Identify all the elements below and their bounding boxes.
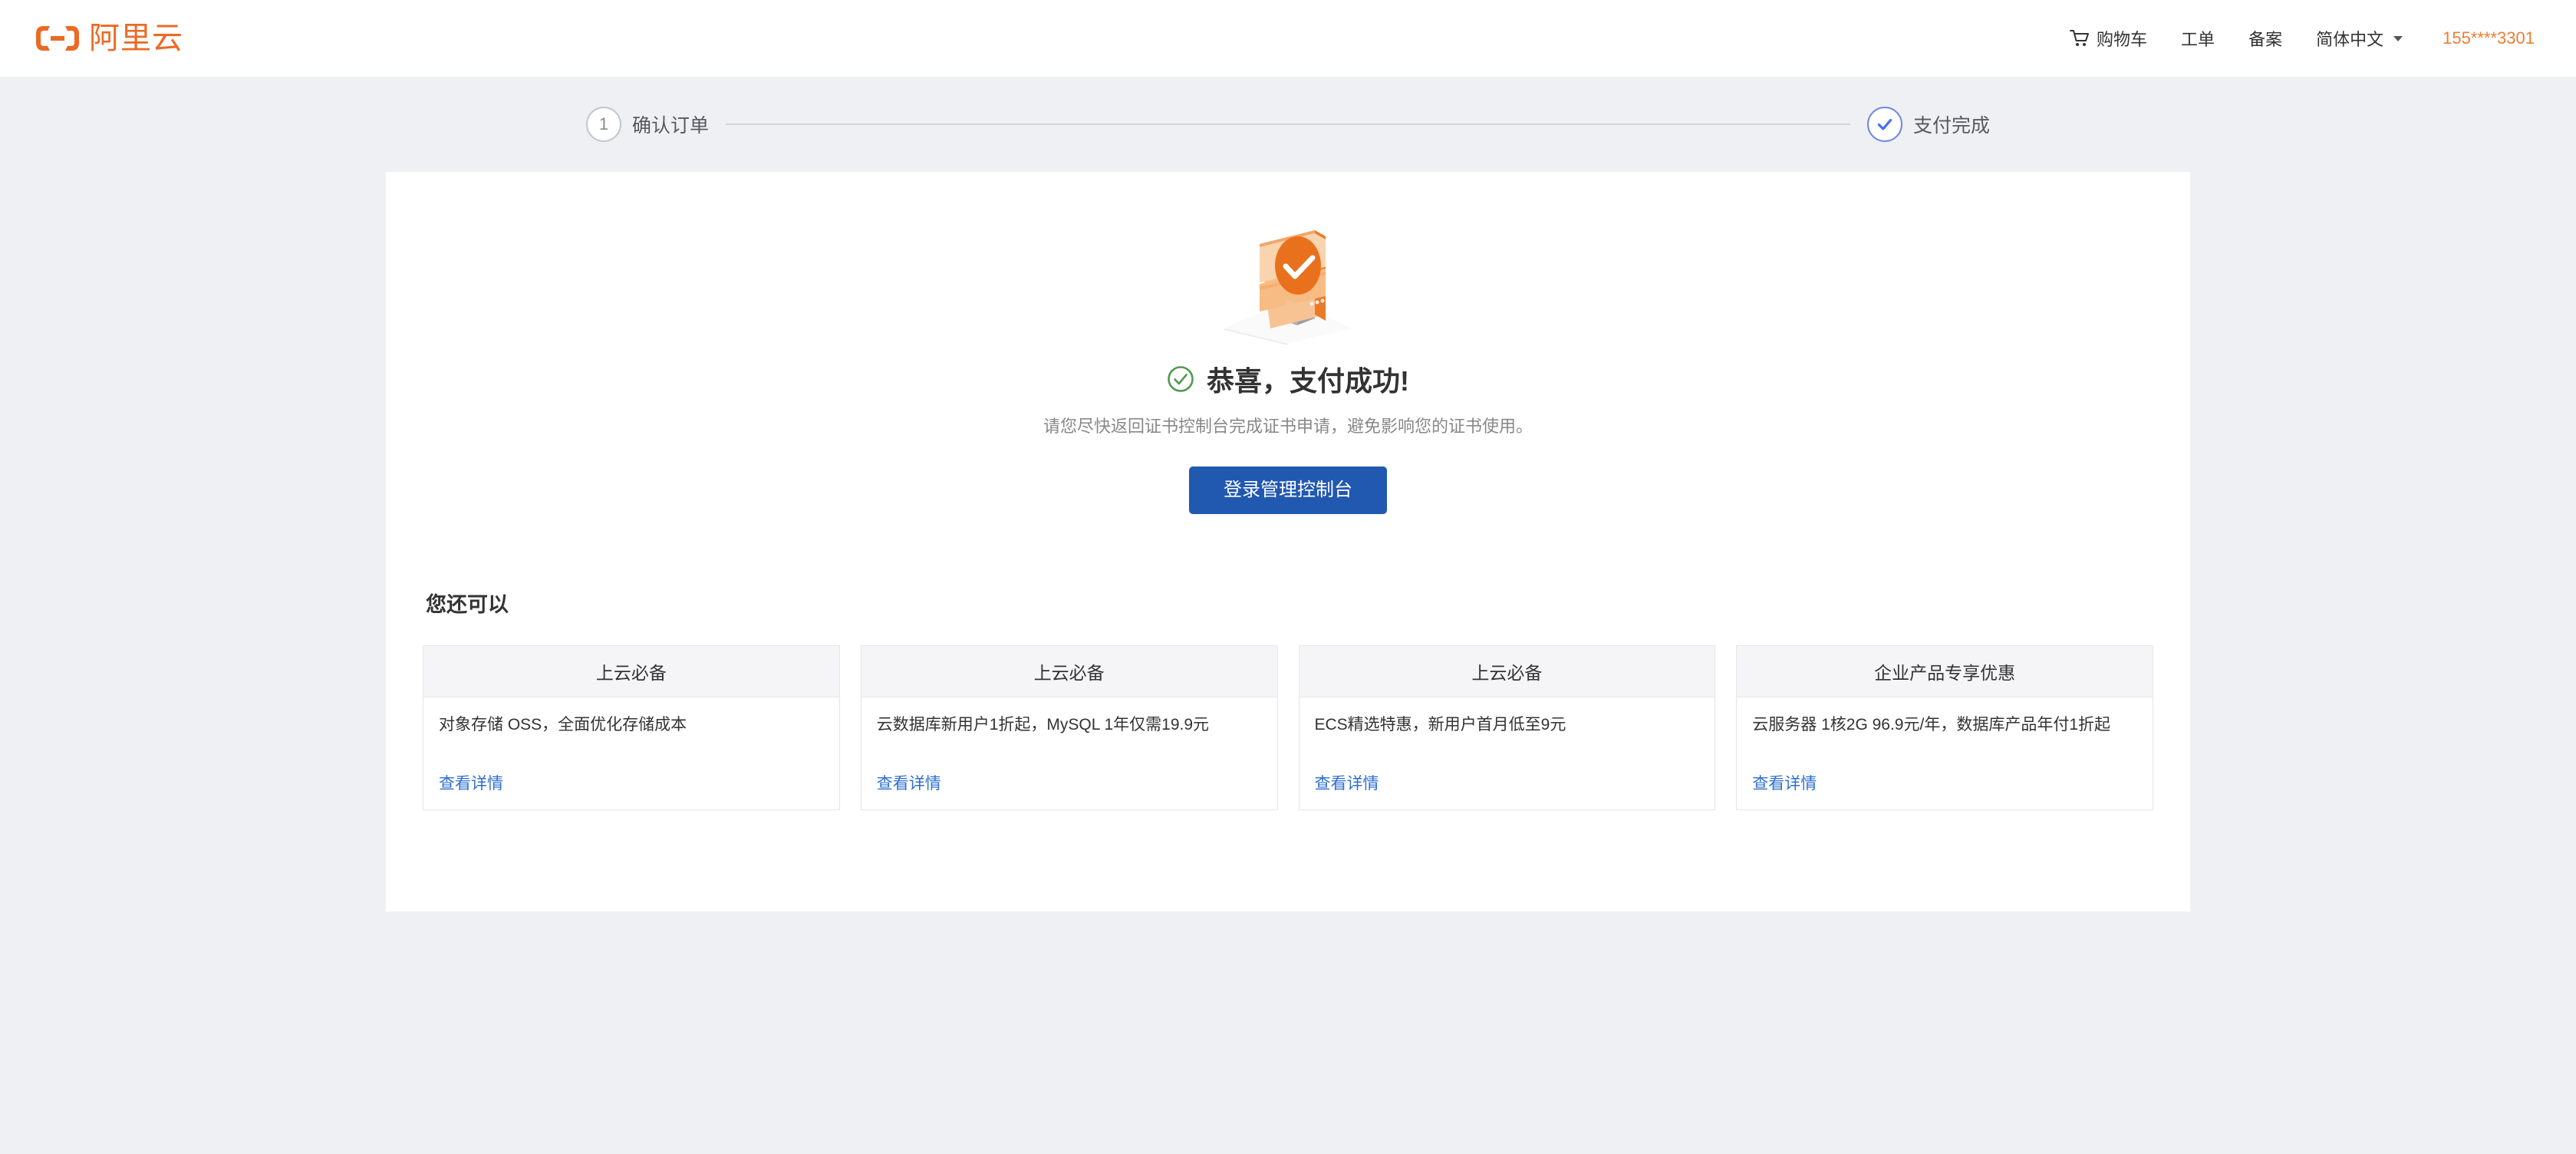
nav-item-icp[interactable]: 备案 [2232, 26, 2299, 51]
recommend-card-1[interactable]: 上云必备 对象存储 OSS，全面优化存储成本 查看详情 [423, 645, 840, 810]
recommend-title: 您还可以 [426, 593, 509, 616]
recommend-card-row: 上云必备 对象存储 OSS，全面优化存储成本 查看详情 上云必备 云数据库新用户… [423, 645, 2153, 810]
cart-icon [2070, 29, 2090, 48]
recommend-card-4-link[interactable]: 查看详情 [1752, 771, 1817, 809]
main-panel: 恭喜，支付成功! 请您尽快返回证书控制台完成证书申请，避免影响您的证书使用。 登… [386, 172, 2190, 912]
recommend-card-4-desc: 云服务器 1核2G 96.9元/年，数据库产品年付1折起 [1752, 716, 2110, 734]
nav-item-tickets-label: 工单 [2181, 30, 2215, 49]
go-to-console-button[interactable]: 登录管理控制台 [1189, 467, 1387, 514]
step-confirm-order: 1 确认订单 [586, 107, 709, 142]
recommend-card-1-desc: 对象存储 OSS，全面优化存储成本 [439, 716, 687, 734]
step-connector-line [726, 124, 1850, 125]
header-nav: 购物车 工单 备案 简体中文 155****3301 [2053, 26, 2539, 51]
recommend-card-3[interactable]: 上云必备 ECS精选特惠，新用户首月低至9元 查看详情 [1298, 645, 1716, 810]
recommend-card-3-head: 上云必备 [1299, 646, 1715, 697]
step-confirm-order-number: 1 [586, 107, 621, 142]
recommend-card-2-link[interactable]: 查看详情 [877, 771, 941, 809]
result-title-row: 恭喜，支付成功! [386, 359, 2190, 399]
recommend-card-1-head: 上云必备 [423, 646, 839, 697]
step-payment-complete: 支付完成 [1866, 107, 1990, 142]
circle-check-icon [1167, 365, 1194, 393]
nav-item-icp-label: 备案 [2248, 30, 2283, 49]
site-header: 阿里云 购物车 工单 备案 简体中文 155****3301 [0, 0, 2576, 77]
payment-success-monitor-illustration-icon [1209, 223, 1367, 345]
recommend-card-4[interactable]: 企业产品专享优惠 云服务器 1核2G 96.9元/年，数据库产品年付1折起 查看… [1736, 645, 2153, 810]
recommend-card-2[interactable]: 上云必备 云数据库新用户1折起，MySQL 1年仅需19.9元 查看详情 [860, 645, 1278, 810]
recommend-card-2-desc: 云数据库新用户1折起，MySQL 1年仅需19.9元 [876, 716, 1210, 734]
nav-item-cart-label: 购物车 [2097, 30, 2148, 49]
step-payment-complete-label: 支付完成 [1912, 115, 1990, 137]
recommend-card-4-head: 企业产品专享优惠 [1737, 646, 2153, 697]
step-indicator: 1 确认订单 支付完成 [0, 77, 2576, 172]
page-title: 恭喜，支付成功! [1207, 365, 1409, 397]
step-payment-complete-icon [1866, 107, 1902, 142]
nav-item-language-label: 简体中文 [2316, 30, 2384, 49]
logo[interactable]: 阿里云 [35, 23, 183, 54]
recommend-card-2-head: 上云必备 [861, 646, 1277, 697]
recommend-card-1-link[interactable]: 查看详情 [439, 771, 503, 809]
recommend-card-3-desc: ECS精选特惠，新用户首月低至9元 [1314, 716, 1566, 734]
logo-text: 阿里云 [89, 21, 183, 55]
user-account[interactable]: 155****3301 [2420, 28, 2539, 48]
recommend-card-3-link[interactable]: 查看详情 [1315, 771, 1379, 809]
chevron-down-icon [2393, 35, 2403, 41]
nav-item-language[interactable]: 简体中文 [2299, 26, 2420, 51]
recommend-section: 您还可以 上云必备 对象存储 OSS，全面优化存储成本 查看详情 上云必备 云数… [386, 588, 2190, 810]
step-confirm-order-label: 确认订单 [632, 115, 710, 137]
alibaba-cloud-logo-icon [35, 23, 80, 54]
nav-item-tickets[interactable]: 工单 [2164, 26, 2232, 51]
check-icon [1877, 118, 1892, 130]
result-subtitle: 请您尽快返回证书控制台完成证书申请，避免影响您的证书使用。 [1043, 417, 1533, 436]
payment-result: 恭喜，支付成功! 请您尽快返回证书控制台完成证书申请，避免影响您的证书使用。 登… [386, 172, 2190, 514]
nav-item-cart[interactable]: 购物车 [2053, 26, 2164, 51]
